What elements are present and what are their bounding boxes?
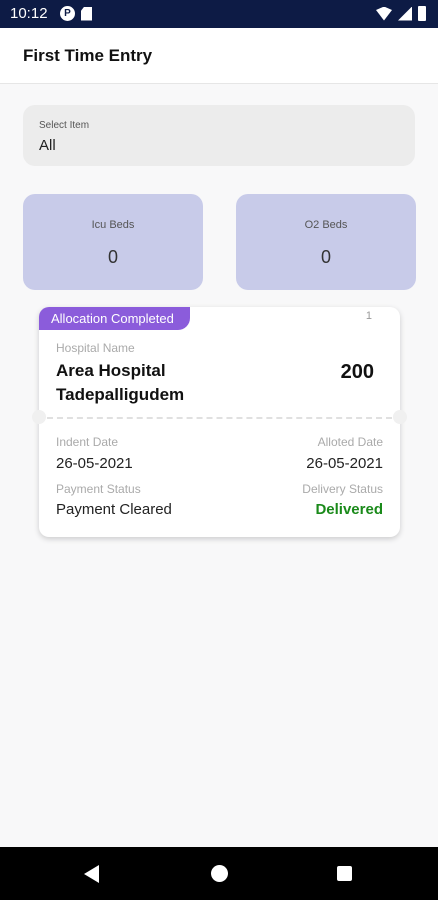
back-icon[interactable] xyxy=(84,865,99,883)
indent-date-label: Indent Date xyxy=(56,435,119,449)
recents-icon[interactable] xyxy=(337,866,352,881)
icu-beds-label: Icu Beds xyxy=(91,219,135,231)
delivery-status: Delivered xyxy=(315,501,383,518)
payment-status-label: Payment Status xyxy=(56,482,141,496)
page-title: First Time Entry xyxy=(23,46,153,65)
notification-icon: P xyxy=(60,6,75,21)
allocation-amount: 200 xyxy=(340,361,374,383)
status-bar: 10:12 P xyxy=(0,0,438,28)
alloted-date: 26-05-2021 xyxy=(306,455,383,472)
home-icon[interactable] xyxy=(211,865,228,882)
status-icons-left: P xyxy=(60,6,92,21)
status-badge: Allocation Completed xyxy=(39,307,190,330)
ticket-notch-left xyxy=(32,410,46,424)
navigation-bar xyxy=(0,847,438,900)
icu-beds-card: Icu Beds 0 xyxy=(23,194,203,290)
wifi-icon xyxy=(376,6,392,21)
card-index: 1 xyxy=(365,310,372,322)
app-bar: First Time Entry xyxy=(0,28,438,84)
select-item-value: All xyxy=(39,137,56,154)
o2-beds-label: O2 Beds xyxy=(304,219,348,231)
hospital-name-label: Hospital Name xyxy=(56,341,135,355)
status-time: 10:12 xyxy=(10,5,48,22)
ticket-notch-right xyxy=(393,410,407,424)
select-item-label: Select Item xyxy=(39,120,90,131)
signal-icon xyxy=(398,6,412,21)
icu-beds-value: 0 xyxy=(107,247,118,267)
allocation-card[interactable]: Allocation Completed 1 Hospital Name Are… xyxy=(32,307,407,537)
divider xyxy=(47,417,392,419)
battery-icon xyxy=(418,6,426,21)
o2-beds-card: O2 Beds 0 xyxy=(236,194,416,290)
o2-beds-value: 0 xyxy=(320,247,331,267)
sd-card-icon xyxy=(81,6,92,21)
select-item-dropdown[interactable]: Select Item All xyxy=(23,105,415,166)
alloted-date-label: Alloted Date xyxy=(317,435,383,449)
delivery-status-label: Delivery Status xyxy=(302,482,383,496)
payment-status: Payment Cleared xyxy=(56,501,172,518)
indent-date: 26-05-2021 xyxy=(56,455,133,472)
status-icons-right xyxy=(376,6,426,21)
hospital-name: Area Hospital Tadepalligudem xyxy=(56,361,185,404)
